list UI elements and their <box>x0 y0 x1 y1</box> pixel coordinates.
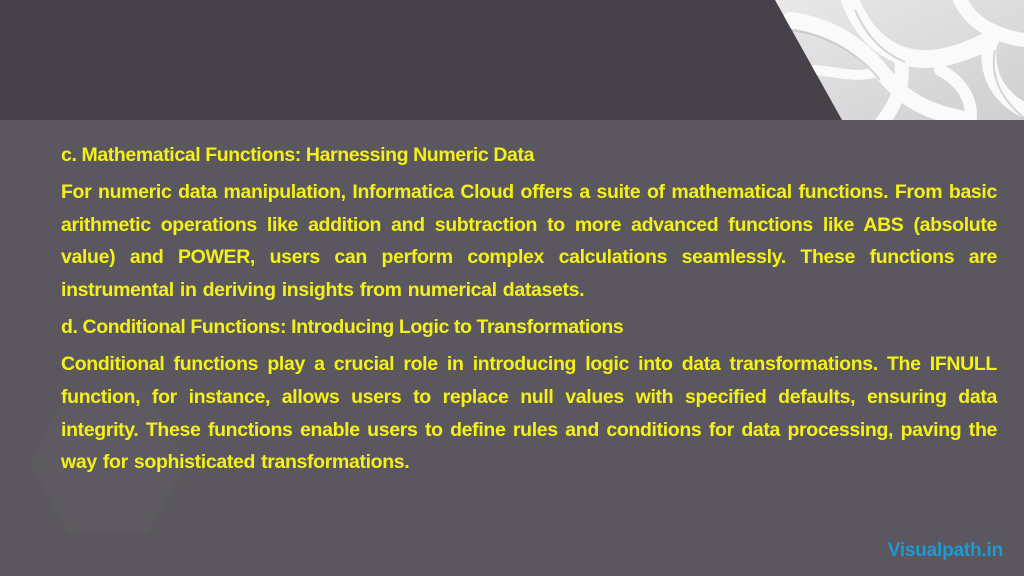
section-mathematical-functions: c. Mathematical Functions: Harnessing Nu… <box>61 140 997 306</box>
slide-content: c. Mathematical Functions: Harnessing Nu… <box>61 140 997 485</box>
section-heading: d. Conditional Functions: Introducing Lo… <box>61 316 624 339</box>
lattice-pattern-image <box>775 0 1024 120</box>
section-body: Conditional functions play a crucial rol… <box>61 353 997 474</box>
section-conditional-functions: d. Conditional Functions: Introducing Lo… <box>61 312 997 478</box>
brand-watermark: Visualpath.in <box>887 540 1003 561</box>
section-heading: c. Mathematical Functions: Harnessing Nu… <box>61 144 535 166</box>
section-body: For numeric data manipulation, Informati… <box>61 181 997 301</box>
